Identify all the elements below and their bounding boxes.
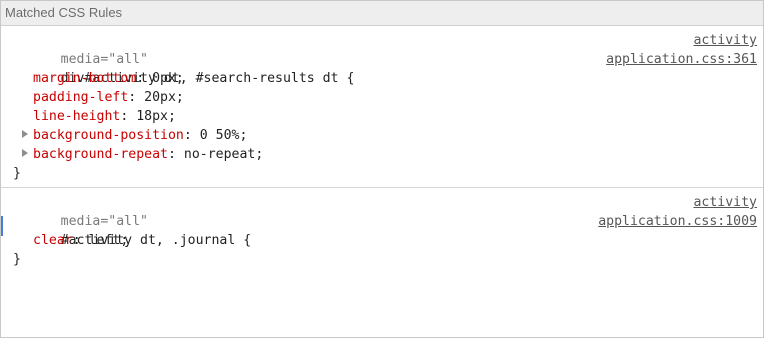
- property-value[interactable]: 0 50%;: [192, 128, 248, 143]
- property-name[interactable]: background-repeat: [33, 147, 168, 162]
- source-link-activity[interactable]: activity: [693, 31, 757, 50]
- property-name[interactable]: background-position: [33, 128, 184, 143]
- source-link-activity[interactable]: activity: [693, 193, 757, 212]
- expand-triangle-icon[interactable]: [22, 130, 28, 138]
- property-value[interactable]: 18px;: [128, 109, 176, 124]
- property-value[interactable]: left;: [81, 233, 129, 248]
- media-line: media="all" activity: [13, 31, 757, 67]
- property-name[interactable]: padding-left: [33, 90, 128, 105]
- property-value[interactable]: 20px;: [136, 90, 184, 105]
- media-line: media="all" activity: [13, 193, 757, 229]
- declaration[interactable]: background-repeat: no-repeat;: [13, 145, 757, 164]
- css-rule: media="all" activity div#activity dt, #s…: [1, 26, 763, 187]
- closing-brace: }: [13, 252, 21, 267]
- css-rule: media="all" activity #activity dt, .jour…: [1, 187, 763, 273]
- declaration[interactable]: background-position: 0 50%;: [13, 126, 757, 145]
- selector-line: div#activity dt, #search-results dt { ap…: [13, 50, 757, 86]
- source-link-file[interactable]: application.css:361: [606, 50, 757, 69]
- declaration[interactable]: line-height: 18px;: [13, 107, 757, 126]
- property-name[interactable]: line-height: [33, 109, 120, 124]
- property-name[interactable]: margin-bottom: [33, 71, 136, 86]
- closing-brace: }: [13, 166, 21, 181]
- property-value[interactable]: 0px;: [144, 71, 184, 86]
- property-name[interactable]: clear: [33, 233, 73, 248]
- matched-css-rules-panel: Matched CSS Rules media="all" activity d…: [0, 0, 764, 338]
- declaration[interactable]: margin-bottom: 0px;: [13, 69, 757, 88]
- selector-line: #activity dt, .journal { application.css…: [13, 212, 757, 248]
- declaration[interactable]: clear: left;: [13, 231, 757, 250]
- source-link-file[interactable]: application.css:1009: [598, 212, 757, 231]
- property-value[interactable]: no-repeat;: [176, 147, 263, 162]
- declaration[interactable]: padding-left: 20px;: [13, 88, 757, 107]
- expand-triangle-icon[interactable]: [22, 149, 28, 157]
- panel-title: Matched CSS Rules: [1, 1, 763, 26]
